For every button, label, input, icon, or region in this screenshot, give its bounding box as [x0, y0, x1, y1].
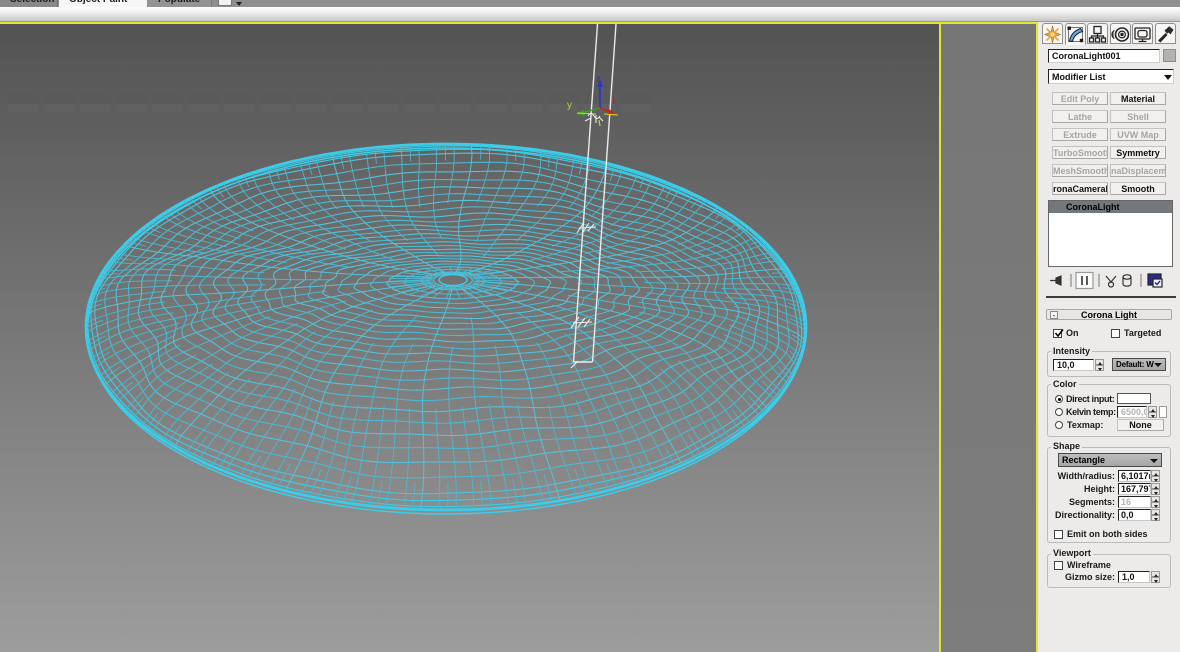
svg-text:z: z — [596, 74, 601, 85]
svg-text:x: x — [612, 96, 617, 107]
svg-text:y: y — [567, 100, 572, 111]
